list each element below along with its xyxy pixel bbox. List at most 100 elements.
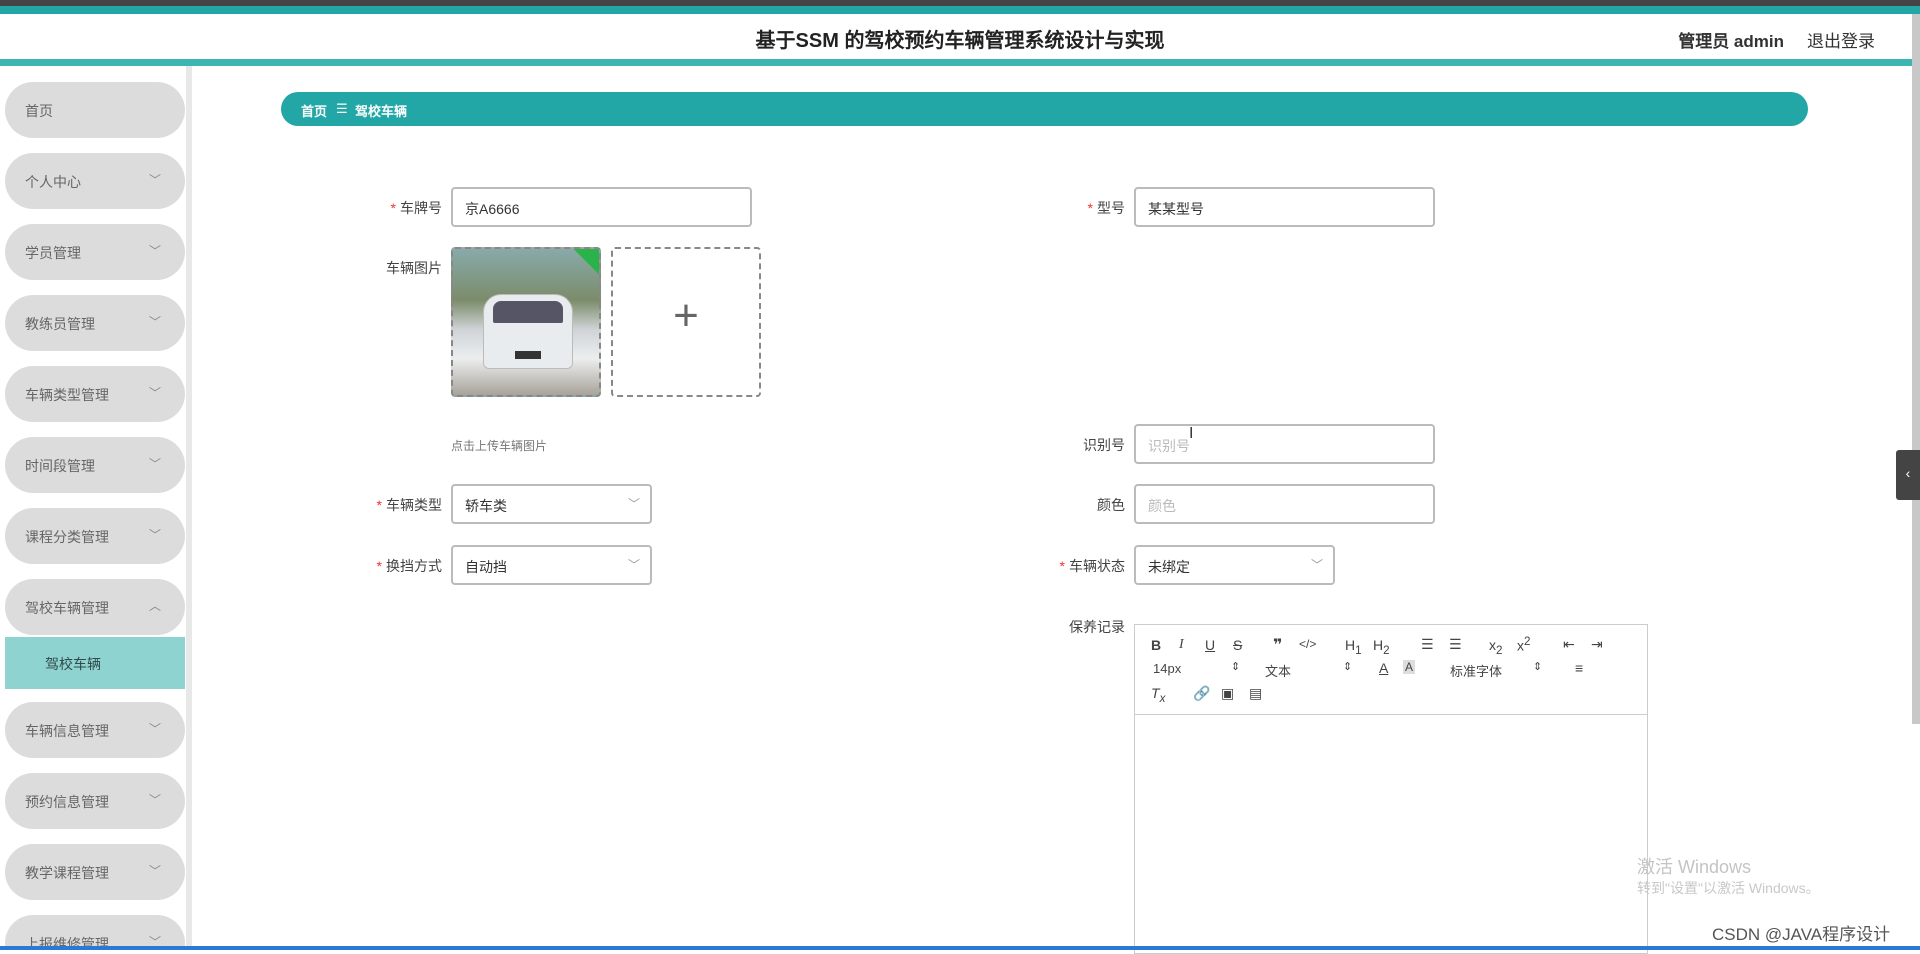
color-input[interactable]: 颜色 <box>1134 484 1435 524</box>
underline-icon[interactable]: U <box>1205 637 1215 653</box>
sidebar-subitem-school-vehicle[interactable]: 驾校车辆 <box>5 637 185 689</box>
sidebar-item-label: 驾校车辆管理 <box>25 600 109 616</box>
windows-activation-title: 激活 Windows <box>1637 857 1752 877</box>
sidebar-item-label: 教练员管理 <box>25 316 95 332</box>
sidebar-item-label: 课程分类管理 <box>25 529 109 545</box>
chevron-down-icon: ﹀ <box>627 497 640 511</box>
italic-icon[interactable]: I <box>1179 637 1184 653</box>
strike-icon[interactable]: S <box>1233 637 1242 653</box>
collapse-panel-tab[interactable]: ‹ <box>1896 450 1920 500</box>
plate-label: * 车牌号 <box>390 200 442 216</box>
color-label: 颜色 <box>1097 497 1125 513</box>
sidebar-item-vehicle-types[interactable]: 车辆类型管理 ﹀ <box>5 366 185 422</box>
font-color-icon[interactable]: A <box>1379 660 1388 676</box>
sidebar-item-home[interactable]: 首页 <box>5 82 185 138</box>
maintenance-editor[interactable]: B I U S ❞ </> H1 H2 ☰ ☰ x2 x2 ⇤ ⇥ 14px ⇕… <box>1134 624 1648 954</box>
sidebar: 首页 个人中心 ﹀ 学员管理 ﹀ 教练员管理 ﹀ 车辆类型管理 ﹀ 时间段管理 … <box>0 66 192 950</box>
sidebar-item-course-categories[interactable]: 课程分类管理 ﹀ <box>5 508 185 564</box>
gear-select[interactable]: 自动挡 ﹀ <box>451 545 652 585</box>
outdent-icon[interactable]: ⇤ <box>1563 636 1575 653</box>
model-label: * 型号 <box>1087 200 1125 216</box>
chevron-down-icon: ﹀ <box>148 864 161 878</box>
font-family-select[interactable]: 标准字体 <box>1450 661 1502 680</box>
text-cursor-icon: I <box>1189 425 1194 442</box>
sidebar-item-label: 个人中心 <box>25 174 81 190</box>
sidebar-item-label: 教学课程管理 <box>25 865 109 881</box>
indent-icon[interactable]: ⇥ <box>1591 636 1603 653</box>
h1-icon[interactable]: H1 <box>1345 637 1362 657</box>
plus-icon: + <box>673 291 699 340</box>
app-title: 基于SSM 的驾校预约车辆管理系统设计与实现 <box>755 30 1165 52</box>
status-select[interactable]: 未绑定 ﹀ <box>1134 545 1335 585</box>
breadcrumb-current: 驾校车辆 <box>355 104 408 119</box>
chevron-down-icon: ﹀ <box>627 558 640 572</box>
sidebar-item-time-slots[interactable]: 时间段管理 ﹀ <box>5 437 185 493</box>
h2-icon[interactable]: H2 <box>1373 637 1390 657</box>
sidebar-item-label: 首页 <box>25 103 53 119</box>
breadcrumb-home[interactable]: 首页 <box>301 101 327 120</box>
superscript-icon[interactable]: x2 <box>1517 635 1530 654</box>
logout-link[interactable]: 退出登录 <box>1807 27 1875 52</box>
ordered-list-icon[interactable]: ☰ <box>1421 636 1434 653</box>
chevron-down-icon: ﹀ <box>148 457 161 471</box>
status-value: 未绑定 <box>1148 559 1190 575</box>
video-icon[interactable]: ▤ <box>1249 685 1262 702</box>
sidebar-item-bookings[interactable]: 预约信息管理 ﹀ <box>5 773 185 829</box>
gear-label: * 换挡方式 <box>376 558 442 574</box>
subscript-icon[interactable]: x2 <box>1489 637 1502 657</box>
sidebar-item-repairs[interactable]: 上报维修管理 ﹀ <box>5 915 185 950</box>
chevron-down-icon: ﹀ <box>148 244 161 258</box>
vehicle-image-thumbnail[interactable] <box>451 247 601 397</box>
image-label: 车辆图片 <box>386 260 442 276</box>
chevron-down-icon: ﹀ <box>148 173 161 187</box>
chevron-left-icon: ‹ <box>1905 465 1911 481</box>
vehicle-type-label: * 车辆类型 <box>376 497 442 513</box>
chevron-down-icon: ﹀ <box>148 528 161 542</box>
vehicle-type-select[interactable]: 轿车类 ﹀ <box>451 484 652 524</box>
model-input[interactable]: 某某型号 <box>1134 187 1435 227</box>
chevron-down-icon: ﹀ <box>148 793 161 807</box>
quote-icon[interactable]: ❞ <box>1273 635 1282 655</box>
upload-hint: 点击上传车辆图片 <box>451 439 548 453</box>
upload-add-button[interactable]: + <box>611 247 761 397</box>
sidebar-item-coaches[interactable]: 教练员管理 ﹀ <box>5 295 185 351</box>
chevron-down-icon: ﹀ <box>148 386 161 400</box>
windows-activation-subtitle: 转到"设置"以激活 Windows。 <box>1637 880 1820 896</box>
updown-icon: ⇕ <box>1231 661 1241 673</box>
chevron-down-icon: ﹀ <box>148 722 161 736</box>
font-size-select[interactable]: 14px <box>1153 661 1181 676</box>
plate-input[interactable]: 京A6666 <box>451 187 752 227</box>
align-icon[interactable]: ≡ <box>1575 660 1583 676</box>
sidebar-item-courses[interactable]: 教学课程管理 ﹀ <box>5 844 185 900</box>
menu-icon: ☰ <box>336 101 348 116</box>
sidebar-item-profile[interactable]: 个人中心 ﹀ <box>5 153 185 209</box>
header-accent-bar <box>0 6 1920 14</box>
uploaded-check-icon <box>573 249 599 275</box>
code-icon[interactable]: </> <box>1299 637 1316 651</box>
link-icon[interactable]: 🔗 <box>1193 685 1210 702</box>
breadcrumb: 首页 ☰ 驾校车辆 <box>281 92 1808 126</box>
sidebar-item-vehicle-info[interactable]: 车辆信息管理 ﹀ <box>5 702 185 758</box>
bullet-list-icon[interactable]: ☰ <box>1449 636 1462 653</box>
maintenance-label: 保养记录 <box>1069 619 1125 635</box>
updown-icon: ⇕ <box>1343 661 1353 673</box>
clear-format-icon[interactable]: Tx <box>1151 685 1165 705</box>
editor-toolbar: B I U S ❞ </> H1 H2 ☰ ☰ x2 x2 ⇤ ⇥ 14px ⇕… <box>1135 625 1647 715</box>
sidebar-item-label: 预约信息管理 <box>25 794 109 810</box>
taskbar-edge <box>0 946 1920 950</box>
vin-input[interactable]: 识别号 <box>1134 424 1435 464</box>
background-color-icon[interactable]: A <box>1403 660 1416 674</box>
admin-user-label: 管理员 admin <box>1678 32 1784 51</box>
car-plate <box>515 351 541 359</box>
vehicle-type-value: 轿车类 <box>465 498 507 514</box>
car-window <box>493 301 563 323</box>
bold-icon[interactable]: B <box>1151 637 1161 653</box>
image-icon[interactable]: ▣ <box>1221 685 1234 702</box>
page-scrollbar[interactable] <box>1912 14 1920 724</box>
format-select[interactable]: 文本 <box>1265 661 1291 680</box>
csdn-watermark: CSDN @JAVA程序设计 <box>1712 925 1891 944</box>
sidebar-item-label: 时间段管理 <box>25 458 95 474</box>
sidebar-item-school-vehicles[interactable]: 驾校车辆管理 ︿ <box>5 579 185 635</box>
chevron-up-icon: ︿ <box>148 599 161 613</box>
sidebar-item-students[interactable]: 学员管理 ﹀ <box>5 224 185 280</box>
